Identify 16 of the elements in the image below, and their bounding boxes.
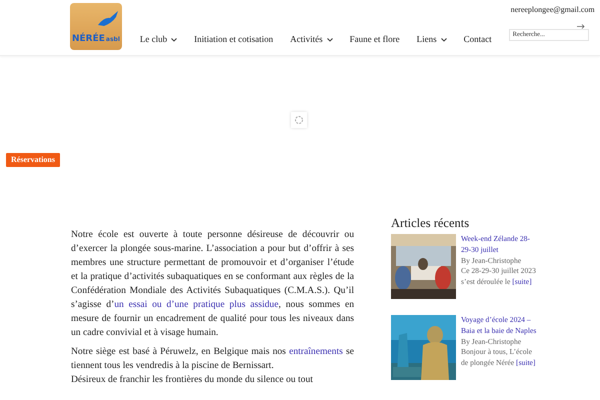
sidebar-title: Articles récents xyxy=(391,215,470,231)
nav-link[interactable]: Liens xyxy=(416,33,437,46)
nav-link[interactable]: Contact xyxy=(464,33,492,46)
nav-link[interactable]: Le club xyxy=(140,33,168,46)
paragraph: Notre siège est basé à Péruwelz, en Belgique mais nos entraînements se tiennent tous les vendredis à la piscine de Bernissart. xyxy=(71,345,354,373)
arrow-right-icon[interactable] xyxy=(576,24,585,29)
text-link[interactable]: entraînements xyxy=(289,346,343,357)
logo-name: NÉRÉE xyxy=(72,35,105,44)
nav-link[interactable]: Initiation et cotisation xyxy=(194,33,274,46)
text-link[interactable]: un essai ou d’une pratique plus assidue xyxy=(114,299,278,310)
nav-link[interactable]: Faune et flore xyxy=(350,33,400,46)
loading-spinner xyxy=(291,112,307,128)
email-link[interactable]: nereeplongee@gmail.com xyxy=(510,4,595,16)
paragraph: Désireux de franchir les frontières du monde du silence ou tout xyxy=(71,373,314,387)
paragraph: Notre école est ouverte à toute personne désireuse de découvrir ou d’exercer la plongée sous-marine. L’association a pour but d’offrir à ses membres une structure permettant de promouvoir et d’organiser l’étude et la pratique d’activités subaquatiques en se conformant aux règles de la Confédération Mondiale des Activités Subaquatiques (C.M.A.S.). Qu’il s’agisse d’un essai ou d’une pratique plus assidue, nous sommes en mesure de fournir un encadrement de qualité pour tous les niveaux dans un cadre convivial et à visage humain. xyxy=(71,228,354,340)
nav-link[interactable]: Activités xyxy=(290,33,323,46)
